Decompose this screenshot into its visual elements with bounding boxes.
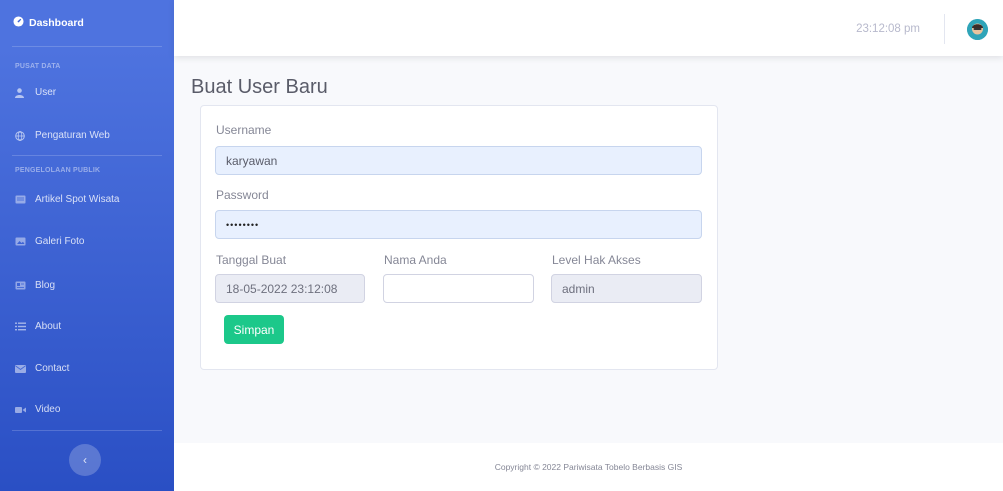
sidebar-item-artikel-spot-wisata[interactable]: Artikel Spot Wisata — [0, 194, 119, 205]
sidebar-item-blog[interactable]: Blog — [0, 280, 55, 291]
simpan-button-label: Simpan — [233, 322, 275, 337]
nama-anda-label: Nama Anda — [384, 253, 447, 267]
user-icon — [15, 87, 31, 98]
sidebar-toggle-button[interactable]: ‹ — [69, 444, 101, 476]
topbar-divider — [944, 14, 945, 44]
sidebar-item-user[interactable]: User — [0, 87, 56, 98]
tanggal-buat-label: Tanggal Buat — [216, 253, 287, 267]
level-hak-akses-input: admin — [551, 274, 702, 303]
sidebar-item-label: Pengaturan Web — [35, 130, 110, 141]
simpan-button[interactable]: Simpan — [224, 315, 284, 344]
image-icon — [15, 237, 31, 246]
sidebar-divider — [12, 430, 162, 431]
sidebar-item-label: Artikel Spot Wisata — [35, 194, 120, 205]
article-icon — [15, 195, 31, 204]
sidebar-divider — [12, 155, 162, 156]
globe-icon — [15, 130, 31, 141]
sidebar-item-label: Blog — [35, 280, 56, 291]
username-label: Username — [216, 123, 272, 137]
sidebar-brand-label: Dashboard — [29, 17, 84, 29]
sidebar-item-label: Video — [35, 404, 61, 415]
username-input[interactable]: karyawan — [215, 146, 702, 175]
sidebar-item-label: About — [35, 321, 62, 332]
password-label: Password — [216, 188, 269, 202]
sidebar-item-pengaturan-web[interactable]: Pengaturan Web — [0, 130, 110, 141]
blog-icon — [15, 281, 31, 290]
topbar: 23:12:08 pm — [174, 0, 1003, 56]
sidebar-divider — [12, 46, 162, 47]
page-title: Buat User Baru — [191, 76, 328, 98]
password-value: •••••••• — [226, 219, 260, 230]
tanggal-buat-input: 18-05-2022 23:12:08 — [215, 274, 365, 303]
sidebar-item-galeri-foto[interactable]: Galeri Foto — [0, 236, 84, 247]
sidebar-heading-pusat-data: PUSAT DATA — [15, 63, 61, 70]
level-hak-akses-label: Level Hak Akses — [552, 253, 641, 267]
nama-anda-input[interactable] — [383, 274, 534, 303]
password-input[interactable]: •••••••• — [215, 210, 702, 239]
sidebar: Dashboard PUSAT DATA User Pengaturan Web… — [0, 0, 174, 491]
video-icon — [15, 406, 31, 414]
sidebar-item-contact[interactable]: Contact — [0, 363, 69, 374]
level-hak-akses-value: admin — [562, 281, 595, 296]
clock-time: 23:12:08 pm — [856, 23, 920, 35]
username-value: karyawan — [226, 153, 278, 168]
tanggal-buat-value: 18-05-2022 23:12:08 — [226, 281, 338, 296]
copyright-text: Copyright © 2022 Pariwisata Tobelo Berba… — [494, 462, 683, 472]
chevron-left-icon: ‹ — [83, 453, 87, 467]
tachometer-icon — [13, 16, 24, 30]
sidebar-item-video[interactable]: Video — [0, 404, 60, 415]
sidebar-brand-dashboard[interactable]: Dashboard — [0, 0, 174, 46]
list-icon — [15, 322, 31, 331]
user-avatar[interactable] — [967, 19, 988, 40]
sidebar-item-label: Contact — [35, 363, 70, 374]
sidebar-item-label: User — [35, 87, 57, 98]
avatar-icon — [967, 19, 988, 40]
sidebar-item-about[interactable]: About — [0, 321, 61, 332]
sidebar-heading-pengelolaan-publik: PENGELOLAAN PUBLIK — [15, 167, 101, 174]
sidebar-item-label: Galeri Foto — [35, 236, 85, 247]
envelope-icon — [15, 364, 31, 373]
footer: Copyright © 2022 Pariwisata Tobelo Berba… — [174, 443, 1003, 491]
